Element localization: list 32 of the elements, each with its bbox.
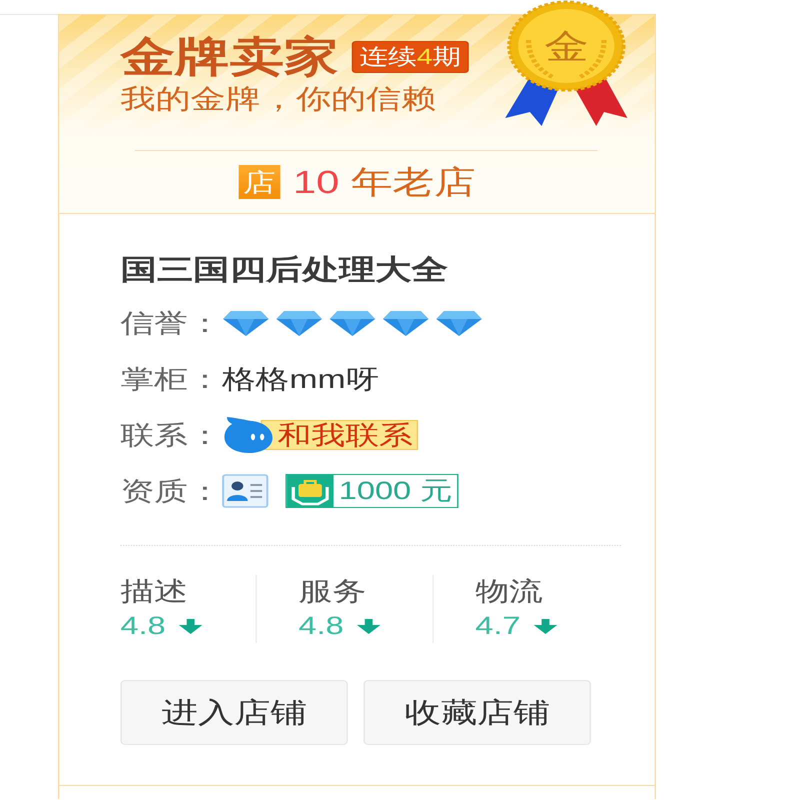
down-arrow-icon (356, 618, 380, 634)
shop-tile: 店 (238, 165, 280, 199)
diamond-icon (435, 310, 484, 336)
diamond-icon (222, 310, 270, 336)
score-label: 服务 (298, 575, 366, 607)
diamond-icon (275, 310, 324, 336)
shop-button[interactable]: 进入店铺 (120, 680, 348, 745)
score-label: 物流 (475, 575, 543, 607)
slogan-text: 我的金牌，你的信赖 (120, 84, 436, 114)
id-card-icon (222, 474, 269, 508)
score-value: 4.8 (120, 611, 166, 641)
score-label: 描述 (120, 575, 188, 607)
seller-title: 金牌卖家 (120, 33, 339, 81)
field-label: 联系： (120, 419, 222, 451)
chat-bubble-icon (222, 416, 274, 454)
shop-button[interactable]: 收藏店铺 (364, 680, 591, 745)
streak-badge: 连续4期 (352, 41, 470, 73)
medal-character: 金 (544, 28, 588, 66)
field-label: 掌柜： (120, 363, 222, 395)
shop-name: 国三国四后处理大全 (120, 253, 448, 287)
field-label: 资质： (120, 475, 222, 507)
diamond-icon (382, 310, 430, 336)
field-label: 信誉： (120, 307, 222, 339)
down-arrow-icon (534, 618, 557, 634)
score-value: 4.8 (298, 611, 344, 641)
score-value: 4.7 (475, 611, 520, 641)
deposit-amount: 1000 元 (338, 476, 454, 506)
field-value: 格格mm呀 (222, 363, 380, 395)
contact-button[interactable]: 和我联系 (222, 416, 418, 454)
shop-age-text: 10 年老店 (292, 163, 476, 202)
diamond-icon (328, 310, 376, 336)
down-arrow-icon (178, 618, 202, 634)
